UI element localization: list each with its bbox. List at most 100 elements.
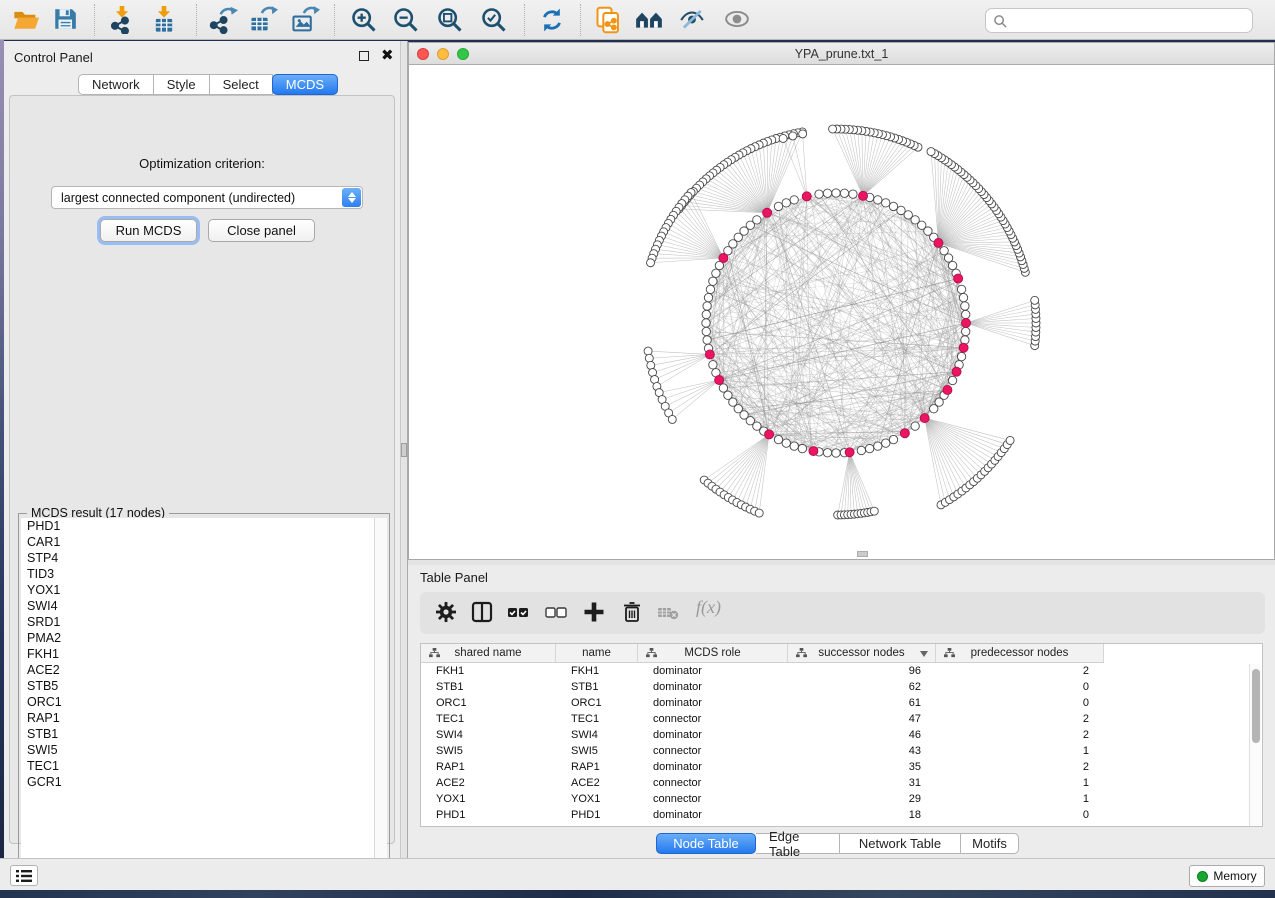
mcds-hub-node[interactable] [859,191,868,200]
network-node[interactable] [703,336,711,344]
tab-style[interactable]: Style [154,74,210,95]
column-header[interactable]: shared name [421,644,556,663]
import-table-icon[interactable] [150,6,180,34]
network-node[interactable] [782,199,790,207]
network-node[interactable] [702,319,710,327]
network-node[interactable] [857,446,865,454]
split-columns-icon[interactable] [470,600,496,626]
table-row[interactable]: YOX1YOX1connector291 [421,791,1251,807]
network-node[interactable] [647,259,655,267]
column-header[interactable]: predecessor nodes [936,644,1104,663]
network-node[interactable] [829,125,837,133]
mcds-hub-node[interactable] [952,367,961,376]
table-scrollbar-thumb[interactable] [1252,669,1260,743]
table-row[interactable]: ORC1ORC1dominator610 [421,695,1251,711]
mcds-hub-node[interactable] [715,375,724,384]
list-item[interactable]: GCR1 [21,774,374,790]
list-item[interactable]: STB1 [21,726,374,742]
zoom-selected-icon[interactable] [480,6,510,34]
export-network-icon[interactable] [208,6,238,34]
network-node[interactable] [712,269,720,277]
delete-table-icon[interactable] [656,600,682,626]
network-node[interactable] [889,202,897,210]
export-table-icon[interactable] [248,6,278,34]
network-node[interactable] [882,199,890,207]
list-item[interactable]: SRD1 [21,614,374,630]
apply-layout-icon[interactable] [538,6,568,34]
list-item[interactable]: SWI5 [21,742,374,758]
list-item[interactable]: PHD1 [21,518,374,534]
mcds-hub-node[interactable] [943,385,952,394]
network-node[interactable] [706,285,714,293]
list-item[interactable]: PMA2 [21,630,374,646]
mcds-hub-node[interactable] [954,274,963,283]
table-row[interactable]: SWI5SWI5connector431 [421,743,1251,759]
mcds-hub-node[interactable] [809,447,818,456]
network-node[interactable] [959,293,967,301]
network-node[interactable] [940,247,948,255]
network-node[interactable] [755,509,763,517]
network-node[interactable] [704,293,712,301]
zoom-fit-icon[interactable] [436,6,466,34]
network-node[interactable] [957,352,965,360]
mcds-hub-node[interactable] [765,430,774,439]
network-node[interactable] [790,442,798,450]
column-header[interactable]: MCDS role [638,644,788,663]
network-node[interactable] [874,442,882,450]
network-node[interactable] [779,134,787,142]
vertical-splitter[interactable] [400,41,408,858]
delete-column-trash-icon[interactable] [620,600,646,626]
network-node[interactable] [961,336,969,344]
network-node[interactable] [798,444,806,452]
network-node[interactable] [849,190,857,198]
network-node[interactable] [948,261,956,269]
table-row[interactable]: ACE2ACE2connector311 [421,775,1251,791]
network-node[interactable] [961,302,969,310]
new-network-from-selection-icon[interactable] [594,6,624,34]
zoom-in-icon[interactable] [350,6,380,34]
list-item[interactable]: YOX1 [21,582,374,598]
network-node[interactable] [865,444,873,452]
close-panel-icon[interactable]: ✖ [381,51,394,61]
mcds-hub-node[interactable] [845,448,854,457]
network-node[interactable] [782,439,790,447]
function-builder-icon[interactable]: f(x) [696,597,721,618]
mcds-hub-node[interactable] [920,414,929,423]
zoom-out-icon[interactable] [392,6,422,34]
network-window-titlebar[interactable]: YPA_prune.txt_1 [409,43,1274,65]
network-node[interactable] [709,277,717,285]
network-node[interactable] [1031,296,1039,304]
mcds-result-list[interactable]: PHD1CAR1STP4TID3YOX1SWI4SRD1PMA2FKH1ACE2… [21,518,374,882]
network-node[interactable] [645,354,653,362]
list-item[interactable]: ORC1 [21,694,374,710]
list-item[interactable]: SWI4 [21,598,374,614]
network-node[interactable] [790,196,798,204]
network-node[interactable] [823,189,831,197]
tab-network[interactable]: Network [78,74,154,95]
network-node[interactable] [702,310,710,318]
search-field[interactable] [985,8,1253,33]
import-network-icon[interactable] [108,6,138,34]
network-node[interactable] [957,285,965,293]
list-item[interactable]: CAR1 [21,534,374,550]
network-node[interactable] [962,310,970,318]
table-row[interactable]: STB1STB1dominator620 [421,679,1251,695]
network-node[interactable] [962,327,970,335]
mcds-hub-node[interactable] [705,350,714,359]
network-node[interactable] [644,347,652,355]
network-node[interactable] [948,376,956,384]
list-item[interactable]: ACE2 [21,662,374,678]
network-node[interactable] [889,435,897,443]
hide-selected-eye-icon[interactable] [678,6,708,34]
table-row[interactable]: RAP1RAP1dominator352 [421,759,1251,775]
mcds-hub-node[interactable] [934,238,943,247]
network-node[interactable] [823,449,831,457]
list-item[interactable]: RAP1 [21,710,374,726]
network-node[interactable] [709,361,717,369]
tab-motifs[interactable]: Motifs [961,833,1019,854]
network-node[interactable] [882,439,890,447]
list-item[interactable]: TEC1 [21,758,374,774]
open-file-icon[interactable] [12,6,42,34]
network-node[interactable] [774,435,782,443]
table-row[interactable]: TEC1TEC1connector472 [421,711,1251,727]
